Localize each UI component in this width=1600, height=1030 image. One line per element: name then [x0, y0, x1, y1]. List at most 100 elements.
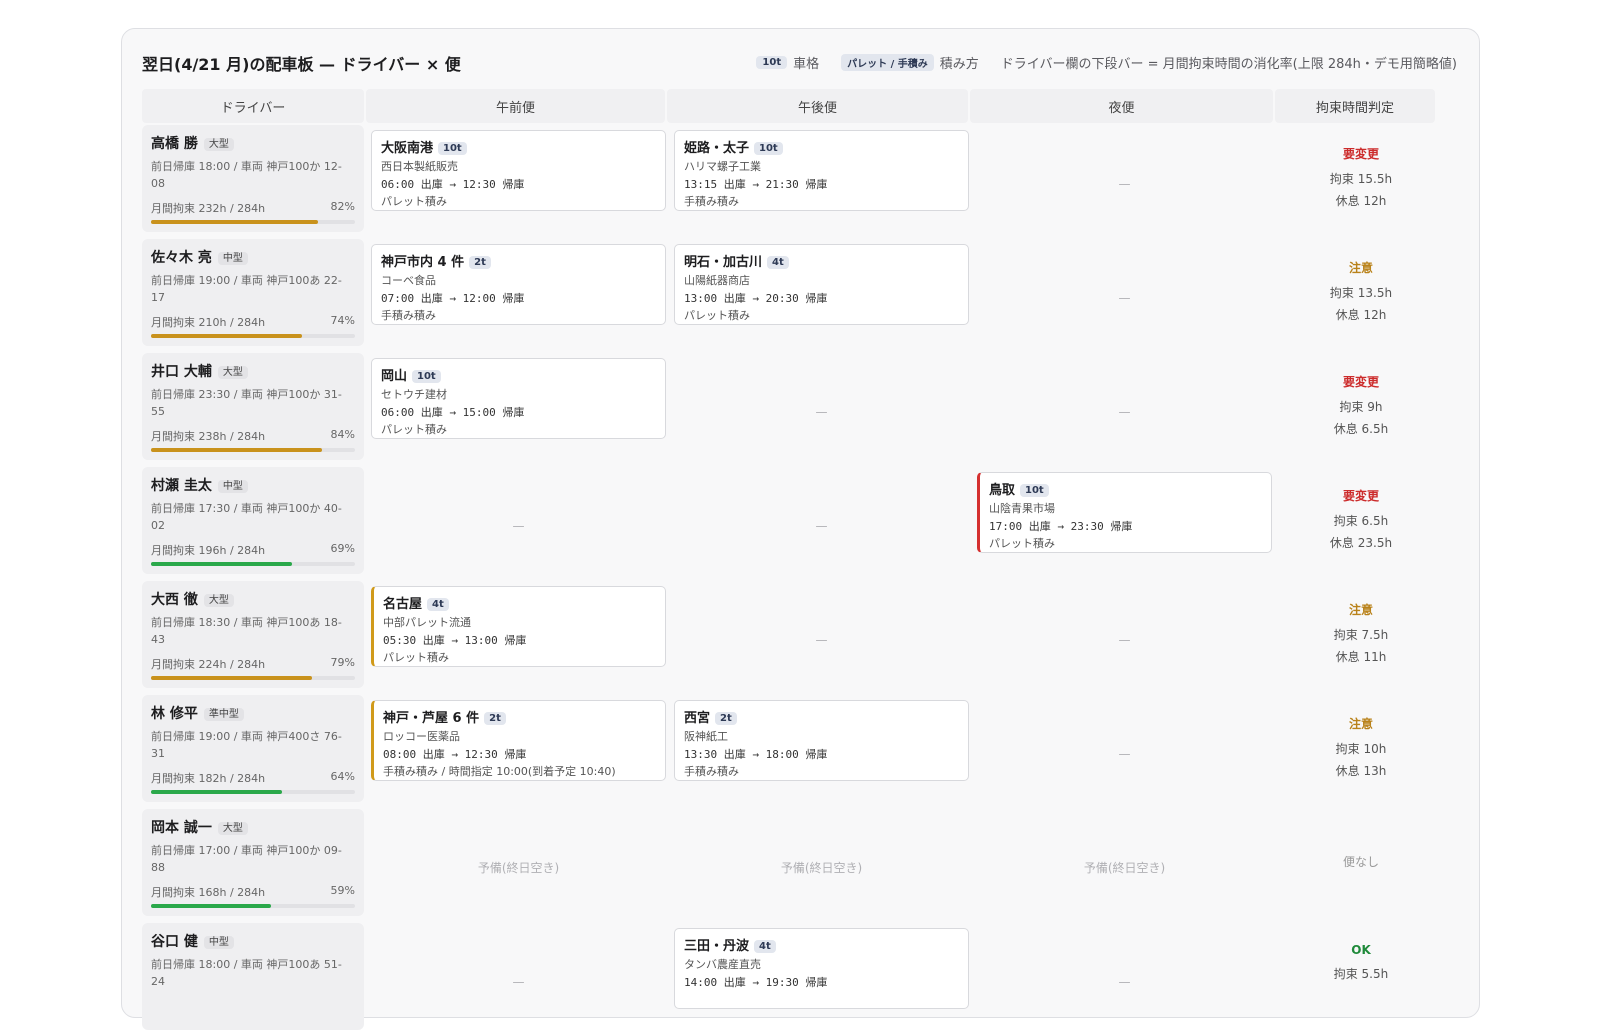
duty-judgement: 注意 拘束 10h 休息 13h [1281, 695, 1441, 802]
trip-customer: 西日本製紙販売 [381, 160, 458, 173]
trip-customer: コーベ食品 [381, 274, 436, 287]
monthly-duty-row: 月間拘束 210h / 284h 74% [151, 314, 355, 330]
vehicle-size-badge: 2t [469, 256, 491, 269]
driver-name: 高橋 勝 [151, 136, 198, 152]
empty-slot-night: — [1118, 746, 1131, 761]
judgement-note: 便なし [1342, 855, 1379, 869]
trip-destination: 鳥取 [989, 483, 1016, 498]
empty-slot-am: — [512, 518, 525, 533]
driver-card[interactable]: 佐々木 亮中型前日帰庫 19:00 / 車両 神戸100あ 22-17 月間拘束 … [142, 239, 364, 346]
driver-name-row: 谷口 健中型 [151, 931, 355, 951]
trip-time: 13:15 出庫 → 21:30 帰庫 [684, 178, 828, 191]
duty-progress-bar [151, 562, 355, 566]
judgement-duty-hours: 拘束 13.5h [1329, 286, 1393, 300]
duty-progress-fill [151, 334, 302, 338]
previous-return-info: 前日帰庫 19:00 / 車両 神戸100あ 22-17 [151, 274, 342, 304]
trip-destination: 三田・丹波 [684, 939, 750, 954]
judgement-duty-hours: 拘束 10h [1335, 742, 1387, 756]
empty-slot-night: — [1118, 974, 1131, 989]
driver-name: 井口 大輔 [151, 364, 212, 380]
vehicle-size-badge: 2t [715, 712, 737, 725]
trip-card-pm[interactable]: 三田・丹波 4t タンバ農産直売 14:00 出庫 → 19:30 帰庫 [674, 928, 969, 1009]
legend-note: ドライバー欄の下段バー = 月間拘束時間の消化率(上限 284h・デモ用簡略値) [1000, 57, 1457, 72]
driver-card[interactable]: 林 修平 準中型 前日帰庫 19:00 / 車両 神戸400さ 76-31 月間拘束 … [142, 695, 364, 802]
trip-card-night[interactable]: 鳥取 10t 山陰青果市場 17:00 出庫 → 23:30 帰庫 パレット積み [977, 472, 1272, 553]
trip-card-am[interactable]: 大阪南港 10t 西日本製紙販売 06:00 出庫 → 12:30 帰庫 パレット積み [371, 130, 666, 211]
driver-card[interactable]: 井口 大輔 大型前日帰庫 23:30 / 車両 神戸100か 31-55 月間拘束 … [142, 353, 364, 460]
judgement-status: 注意 [1348, 261, 1373, 275]
judgement-rest-hours: 休息 12h [1335, 194, 1387, 208]
monthly-duty-percent: 69% [330, 542, 355, 555]
driver-card[interactable]: 岡本 誠一 大型 前日帰庫 17:00 / 車両 神戸100か 09-88 月間拘束 … [142, 809, 364, 916]
trip-load-method: 手積み積み / 時間指定 10:00(到着予定 10:40) [383, 765, 616, 778]
trip-destination-row: 西宮 2t [684, 707, 959, 726]
monthly-duty-row: 月間拘束 182h / 284h 64% [151, 770, 355, 786]
license-class-badge: 中型 [217, 480, 248, 493]
vehicle-size-badge: 2t [484, 712, 506, 725]
previous-return-info: 前日帰庫 18:00 / 車両 神戸100か 12-08 [151, 160, 342, 190]
empty-slot-am: 予備(終日空き) [477, 861, 560, 875]
driver-name: 大西 徹 [151, 592, 198, 608]
trip-customer: 山陰青果市場 [989, 502, 1055, 515]
judgement-duty-hours: 拘束 6.5h [1333, 514, 1389, 528]
driver-name: 林 修平 [151, 706, 198, 722]
trip-load-method: 手積み積み [684, 765, 739, 778]
trip-card-am[interactable]: 名古屋 4t 中部パレット流通 05:30 出庫 → 13:00 帰庫 パレット積み [371, 586, 666, 667]
trip-card-am[interactable]: 岡山 10t セトウチ建材 06:00 出庫 → 15:00 帰庫 パレット積み [371, 358, 666, 439]
trip-customer: セトウチ建材 [381, 388, 447, 401]
vehicle-size-badge: 4t [754, 940, 776, 953]
legend-vehicle-text: 車格 [793, 57, 820, 72]
monthly-duty-percent: 82% [330, 200, 355, 213]
previous-return-info: 前日帰庫 23:30 / 車両 神戸100か 31-55 [151, 388, 342, 418]
driver-name-row: 井口 大輔 大型 [151, 361, 355, 381]
header-night: 夜便 [970, 89, 1273, 123]
duty-progress-bar [151, 448, 355, 452]
trip-load-method: 手積み積み [684, 195, 739, 208]
duty-progress-fill [151, 562, 292, 566]
driver-name: 佐々木 亮 [151, 250, 212, 266]
trip-time: 07:00 出庫 → 12:00 帰庫 [381, 292, 525, 305]
duty-judgement: 注意 拘束 7.5h 休息 11h [1281, 581, 1441, 688]
trip-destination-row: 神戸市内 4 件 2t [381, 251, 656, 270]
empty-slot-night: — [1118, 176, 1131, 191]
license-class-badge: 大型 [203, 594, 234, 607]
trip-customer: 山陽紙器商店 [684, 274, 750, 287]
driver-name-row: 林 修平 準中型 [151, 703, 355, 723]
monthly-duty-percent: 74% [330, 314, 355, 327]
trip-card-am[interactable]: 神戸市内 4 件 2t コーベ食品 07:00 出庫 → 12:00 帰庫 手積み積み [371, 244, 666, 325]
trip-card-pm[interactable]: 西宮 2t 阪神紙工 13:30 出庫 → 18:00 帰庫 手積み積み [674, 700, 969, 781]
driver-name-row: 佐々木 亮中型 [151, 247, 355, 267]
driver-card[interactable]: 大西 徹大型 前日帰庫 18:30 / 車両 神戸100あ 18-43 月間拘束 2… [142, 581, 364, 688]
dispatch-board: 翌日(4/21 月)の配車板 — ドライバー × 便 10t 車格 パレット /… [121, 28, 1480, 1030]
duty-progress-fill [151, 904, 272, 908]
monthly-duty-row: 月間拘束 238h / 284h 84% [151, 428, 355, 444]
trip-card-pm[interactable]: 姫路・太子 10t ハリマ螺子工業 13:15 出庫 → 21:30 帰庫 手積み積み [674, 130, 969, 211]
driver-name-row: 村瀬 圭太 中型 [151, 475, 355, 495]
trip-destination-row: 姫路・太子 10t [684, 137, 959, 156]
monthly-duty-row: 月間拘束 196h / 284h 69% [151, 542, 355, 558]
duty-judgement: 注意拘束 13.5h 休息 12h [1281, 239, 1441, 346]
previous-return-info: 前日帰庫 17:00 / 車両 神戸100か 09-88 [151, 844, 342, 874]
monthly-duty-percent: 84% [330, 428, 355, 441]
header-driver: ドライバー [142, 89, 364, 123]
trip-destination-row: 明石・加古川 4t [684, 251, 959, 270]
driver-card[interactable]: 谷口 健中型 前日帰庫 18:00 / 車両 神戸100あ 51-24 [142, 923, 364, 1030]
duty-progress-fill [151, 790, 282, 794]
vehicle-size-badge: 4t [427, 598, 449, 611]
judgement-rest-hours: 休息 12h [1335, 308, 1387, 322]
license-class-badge: 大型 [203, 138, 234, 151]
trip-time: 17:00 出庫 → 23:30 帰庫 [989, 520, 1133, 533]
trip-destination-row: 神戸・芦屋 6 件 2t [383, 707, 656, 726]
trip-time: 08:00 出庫 → 12:30 帰庫 [383, 748, 527, 761]
trip-card-am[interactable]: 神戸・芦屋 6 件 2t ロッコー医薬品 08:00 出庫 → 12:30 帰庫 手積み… [371, 700, 666, 781]
trip-load-method: パレット積み [381, 423, 447, 436]
driver-card[interactable]: 村瀬 圭太 中型 前日帰庫 17:30 / 車両 神戸100か 40-02 月間拘束 … [142, 467, 364, 574]
header-judgement: 拘束時間判定 [1275, 89, 1435, 123]
duty-judgement: 要変更 拘束 6.5h 休息 23.5h [1281, 467, 1441, 574]
monthly-duty-hours: 月間拘束 224h / 284h [151, 658, 266, 671]
trip-card-pm[interactable]: 明石・加古川 4t 山陽紙器商店 13:00 出庫 → 20:30 帰庫 パレット積み [674, 244, 969, 325]
header-am: 午前便 [366, 89, 665, 123]
empty-slot-am: — [512, 974, 525, 989]
driver-card[interactable]: 高橋 勝大型 前日帰庫 18:00 / 車両 神戸100か 12-08 月間拘束 2… [142, 125, 364, 232]
trip-destination: 西宮 [684, 711, 711, 726]
